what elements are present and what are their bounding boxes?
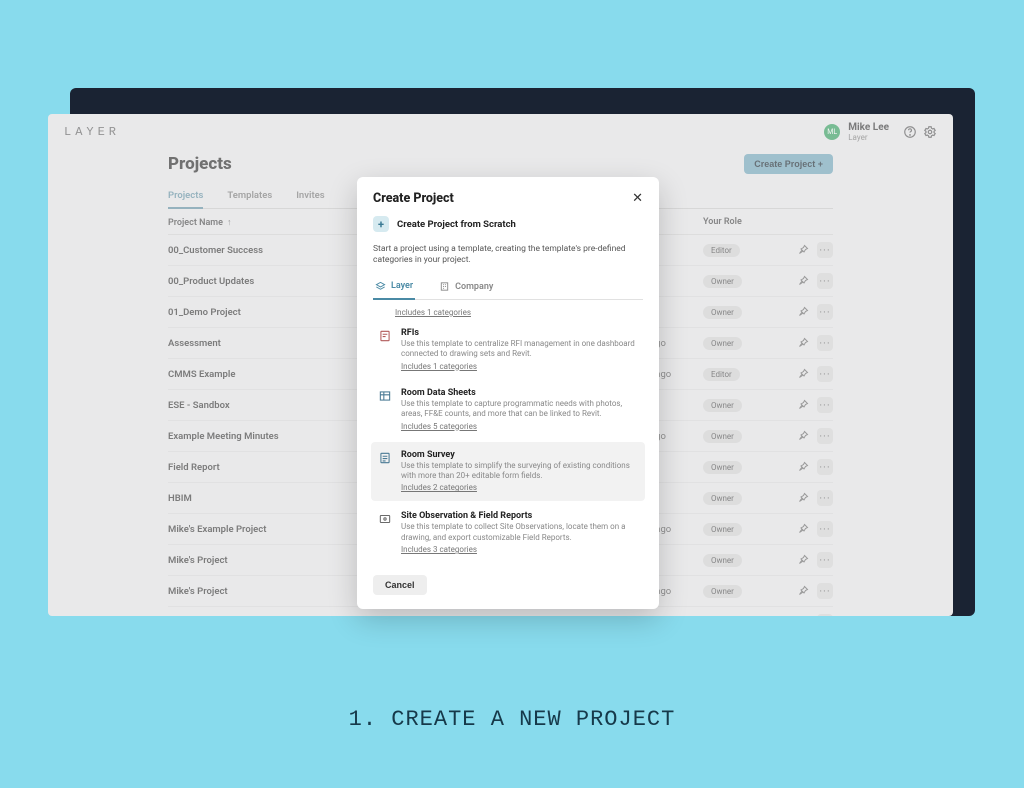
pin-icon[interactable]: [795, 242, 811, 258]
modal-title: Create Project: [373, 191, 454, 206]
template-description: Use this template to centralize RFI mana…: [401, 339, 639, 360]
more-icon[interactable]: ···: [817, 614, 833, 616]
template-description: Use this template to capture programmati…: [401, 399, 639, 420]
template-icon: [377, 511, 393, 527]
avatar: ML: [824, 124, 840, 140]
pin-icon[interactable]: [795, 304, 811, 320]
template-option[interactable]: RFIsUse this template to centralize RFI …: [373, 320, 643, 380]
user-name: Mike Lee: [848, 122, 889, 133]
brand-logo: LAYER: [64, 125, 120, 139]
template-title: Site Observation & Field Reports: [401, 511, 639, 521]
pin-icon[interactable]: [795, 490, 811, 506]
template-option[interactable]: Site Observation & Field ReportsUse this…: [373, 503, 643, 563]
create-from-scratch[interactable]: + Create Project from Scratch: [373, 216, 643, 232]
pin-icon[interactable]: [795, 583, 811, 599]
more-icon[interactable]: ···: [817, 273, 833, 289]
project-role: Owner: [703, 399, 773, 412]
tab-templates[interactable]: Templates: [227, 186, 272, 208]
project-role: Owner: [703, 275, 773, 288]
user-org: Layer: [848, 133, 889, 142]
close-icon[interactable]: ✕: [632, 191, 643, 206]
pin-icon[interactable]: [795, 459, 811, 475]
more-icon[interactable]: ···: [817, 428, 833, 444]
user-block[interactable]: ML Mike Lee Layer: [824, 122, 937, 142]
pin-icon[interactable]: [795, 614, 811, 616]
template-description: Use this template to collect Site Observ…: [401, 522, 639, 543]
pin-icon[interactable]: [795, 397, 811, 413]
template-description: Use this template to simplify the survey…: [401, 461, 639, 482]
more-icon[interactable]: ···: [817, 304, 833, 320]
pin-icon[interactable]: [795, 428, 811, 444]
column-name-label[interactable]: Project Name: [168, 218, 223, 228]
project-role: Owner: [703, 430, 773, 443]
project-role: Editor: [703, 368, 773, 381]
template-option[interactable]: Room Data SheetsUse this template to cap…: [373, 380, 643, 440]
more-icon[interactable]: ···: [817, 397, 833, 413]
pin-icon[interactable]: [795, 366, 811, 382]
tab-invites[interactable]: Invites: [296, 186, 324, 208]
more-icon[interactable]: ···: [817, 552, 833, 568]
column-role-label[interactable]: Your Role: [703, 217, 773, 228]
includes-link[interactable]: Includes 3 categories: [401, 545, 477, 554]
cancel-button[interactable]: Cancel: [373, 575, 427, 595]
project-role: Owner: [703, 306, 773, 319]
template-icon: [377, 388, 393, 404]
template-option[interactable]: Room SurveyUse this template to simplify…: [371, 442, 645, 502]
tab-projects[interactable]: Projects: [168, 186, 203, 209]
modal-tab-layer[interactable]: Layer: [373, 277, 415, 300]
more-icon[interactable]: ···: [817, 583, 833, 599]
help-icon[interactable]: [903, 125, 917, 139]
project-role: Owner: [703, 585, 773, 598]
template-title: RFIs: [401, 328, 639, 338]
modal-template-tabs: Layer Company: [373, 277, 643, 300]
gear-icon[interactable]: [923, 125, 937, 139]
includes-link[interactable]: Includes 1 categories: [401, 362, 477, 371]
project-role: Owner: [703, 554, 773, 567]
template-icon: [377, 450, 393, 466]
template-icon: [377, 328, 393, 344]
pin-icon[interactable]: [795, 552, 811, 568]
project-role: Owner: [703, 523, 773, 536]
more-icon[interactable]: ···: [817, 366, 833, 382]
tutorial-caption: 1. CREATE A NEW PROJECT: [0, 707, 1024, 732]
more-icon[interactable]: ···: [817, 459, 833, 475]
project-role: Owner: [703, 461, 773, 474]
more-icon[interactable]: ···: [817, 242, 833, 258]
page-title: Projects: [168, 154, 232, 174]
template-title: Room Data Sheets: [401, 388, 639, 398]
project-role: Owner: [703, 492, 773, 505]
sort-asc-icon[interactable]: ↑: [227, 217, 232, 228]
includes-link[interactable]: Includes 2 categories: [401, 483, 477, 492]
more-icon[interactable]: ···: [817, 490, 833, 506]
includes-link-top[interactable]: Includes 1 categories: [395, 308, 471, 317]
create-project-modal: Create Project ✕ + Create Project from S…: [357, 177, 659, 609]
template-title: Room Survey: [401, 450, 639, 460]
includes-link[interactable]: Includes 5 categories: [401, 422, 477, 431]
modal-description: Start a project using a template, creati…: [373, 244, 643, 267]
modal-tab-company[interactable]: Company: [437, 277, 495, 299]
create-project-button[interactable]: Create Project +: [744, 154, 833, 174]
project-role: Owner: [703, 616, 773, 617]
pin-icon[interactable]: [795, 335, 811, 351]
pin-icon[interactable]: [795, 521, 811, 537]
pin-icon[interactable]: [795, 273, 811, 289]
scratch-label: Create Project from Scratch: [397, 219, 516, 230]
project-role: Editor: [703, 244, 773, 257]
more-icon[interactable]: ···: [817, 335, 833, 351]
project-role: Owner: [703, 337, 773, 350]
more-icon[interactable]: ···: [817, 521, 833, 537]
plus-icon: +: [373, 216, 389, 232]
